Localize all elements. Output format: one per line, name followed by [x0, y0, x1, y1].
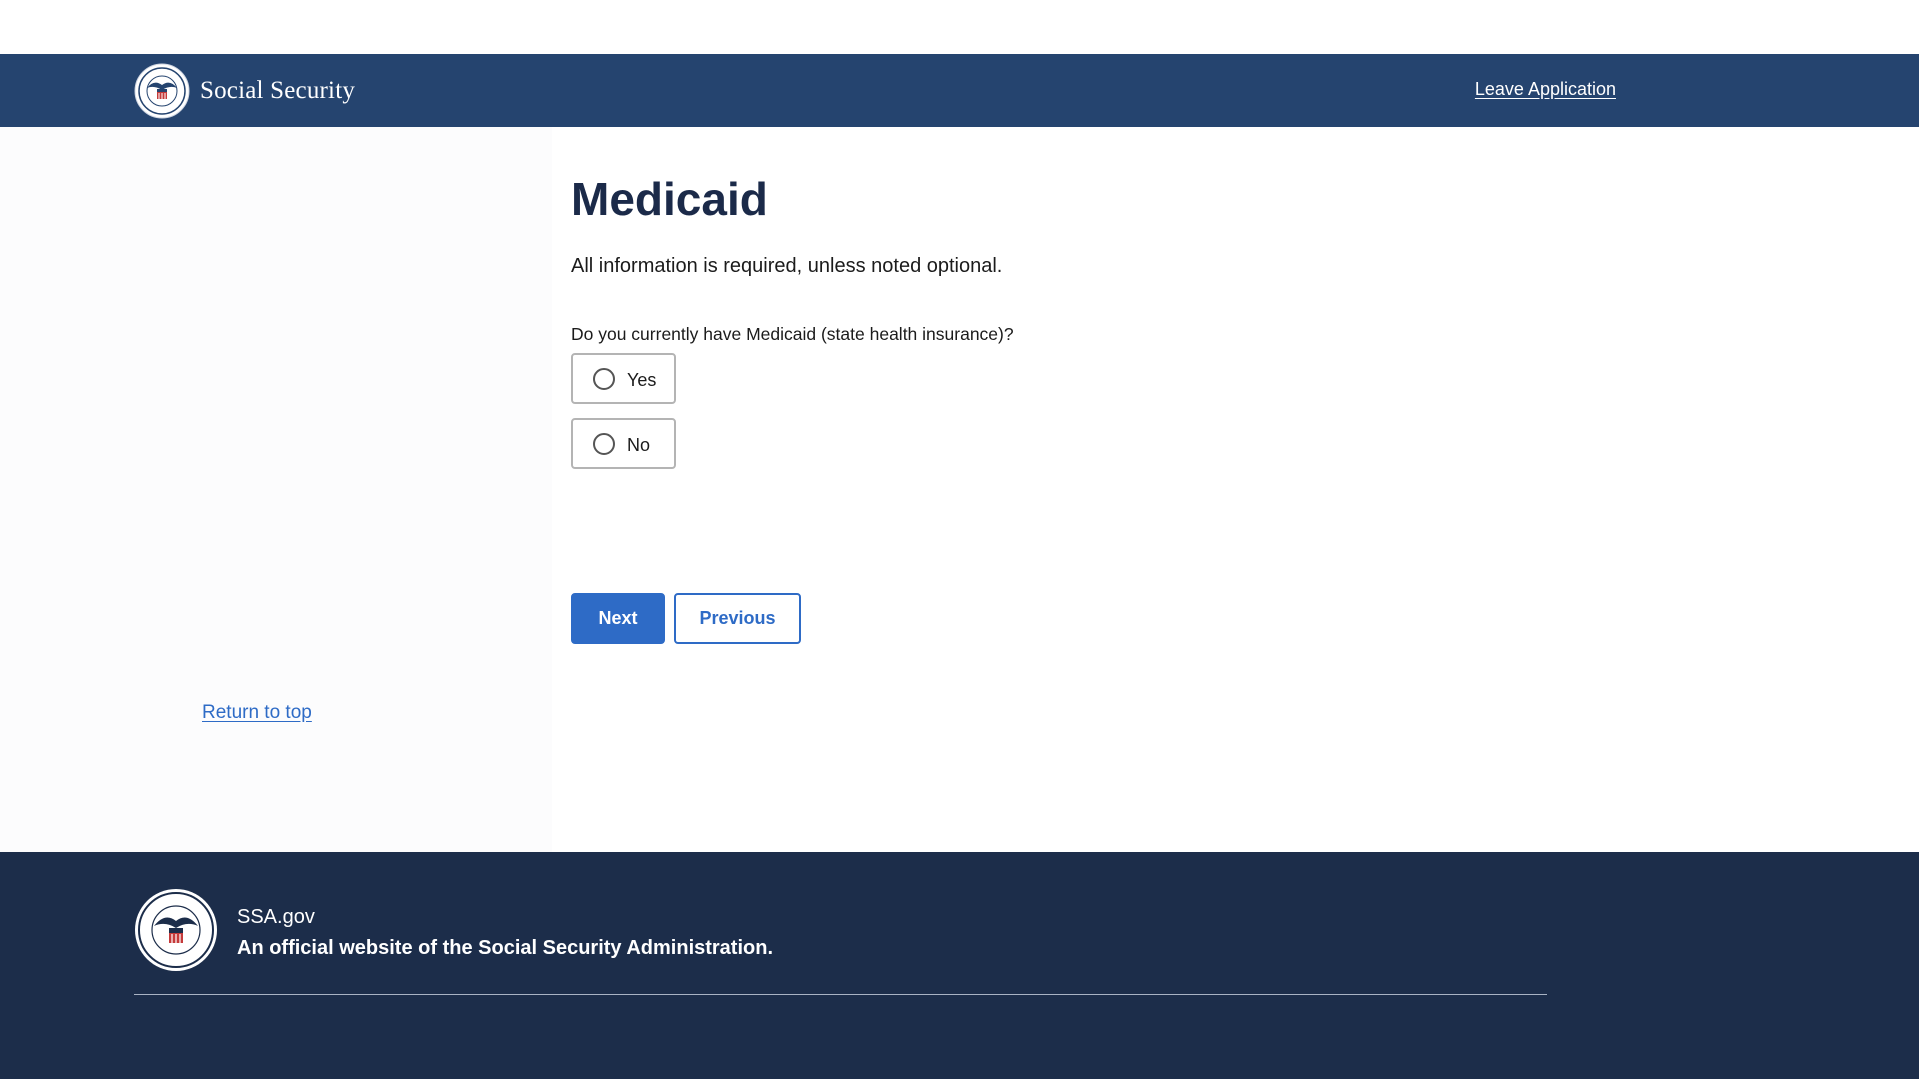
radio-circle-icon[interactable] — [593, 432, 615, 455]
main-content: Return to top Medicaid All information i… — [0, 127, 1919, 852]
radio-option-yes[interactable]: Yes — [571, 353, 676, 404]
radio-label-no: No — [627, 435, 651, 455]
site-header: Social Security Leave Application — [0, 54, 1919, 127]
left-rail: Return to top — [0, 127, 552, 852]
radio-circle-icon[interactable] — [593, 367, 615, 390]
page-title: Medicaid — [571, 173, 768, 225]
leave-application-link[interactable]: Leave Application — [1475, 79, 1616, 100]
radio-option-no[interactable]: No — [571, 418, 676, 469]
intro-text: All information is required, unless note… — [571, 255, 1003, 277]
footer-tagline: An official website of the Social Securi… — [237, 937, 774, 959]
next-button[interactable]: Next — [571, 593, 665, 644]
brand-name: Social Security — [200, 77, 356, 104]
radio-label-yes: Yes — [627, 370, 657, 390]
question-label: Do you currently have Medicaid (state he… — [571, 324, 1014, 344]
previous-button[interactable]: Previous — [674, 593, 801, 644]
ssa-seal-icon — [135, 889, 217, 971]
site-footer: SSA.gov An official website of the Socia… — [0, 852, 1919, 1079]
return-to-top-link[interactable]: Return to top — [202, 702, 312, 724]
brand[interactable]: Social Security — [134, 63, 355, 119]
top-blank-strip — [0, 0, 1919, 54]
footer-divider — [134, 994, 1547, 995]
ssa-seal-icon — [134, 63, 190, 119]
footer-site-name: SSA.gov — [237, 906, 315, 928]
